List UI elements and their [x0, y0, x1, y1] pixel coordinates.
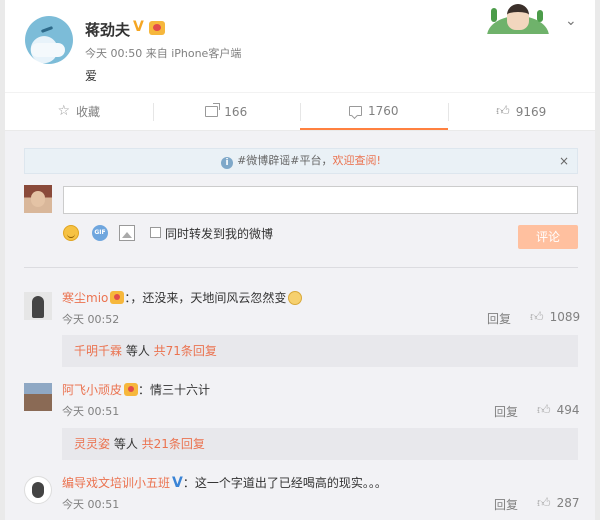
gif-icon[interactable]: GIF	[92, 225, 108, 241]
emoji-icon[interactable]	[63, 225, 79, 241]
vip-badge-icon	[124, 383, 139, 396]
sub-reply-mid: 等人	[122, 344, 154, 358]
reply-button[interactable]: 回复	[494, 403, 518, 420]
comment-like-count: 287	[556, 496, 580, 510]
reply-button[interactable]: 回复	[494, 496, 518, 513]
weibo-post-card: 蒋劲夫 V 今天 00:50 来自 iPhone客户端 爱 ⌄ ☆ 收藏 166…	[5, 0, 595, 130]
vip-badge-icon	[149, 21, 165, 35]
close-icon[interactable]: ×	[559, 149, 569, 173]
sub-reply-count[interactable]: 共71条回复	[154, 344, 217, 358]
sub-reply-mid: 等人	[110, 437, 142, 451]
author-name[interactable]: 蒋劲夫	[85, 19, 130, 40]
comment-row: 编导戏文培训小五班 V：这一个字道出了已经喝高的现实。。。	[62, 474, 387, 491]
comment-time: 今天 00:52	[62, 313, 120, 326]
submit-comment-button[interactable]: 评论	[518, 225, 578, 249]
comment-text: ：这一个字道出了已经喝高的现实。。。	[182, 476, 387, 490]
my-avatar	[24, 185, 52, 213]
favorite-button[interactable]: ☆ 收藏	[5, 93, 153, 130]
notice-text: #微博辟谣#平台，	[237, 154, 333, 167]
favorite-label: 收藏	[76, 105, 101, 119]
post-header: 蒋劲夫 V 今天 00:50 来自 iPhone客户端 爱 ⌄	[5, 0, 595, 92]
comment-like-count: 494	[556, 403, 580, 417]
sub-reply-summary[interactable]: 灵灵姿 等人 共21条回复	[62, 428, 578, 460]
sub-reply-count[interactable]: 共21条回复	[142, 437, 205, 451]
commenter-name[interactable]: 寒尘mio	[62, 291, 108, 305]
post-meta: 今天 00:50 来自 iPhone客户端	[85, 47, 242, 60]
comment-like-button[interactable]: 👍︎ 287	[537, 496, 580, 510]
info-icon: i	[221, 157, 234, 169]
thumbs-up-icon: 👍︎	[537, 403, 551, 418]
post-action-bar: ☆ 收藏 166 1760 👍︎ 9169	[5, 92, 595, 130]
comment-like-button[interactable]: 👍︎ 494	[537, 403, 580, 417]
comment-button[interactable]: 1760	[300, 93, 448, 130]
comment-text: ：情三十六计	[138, 383, 211, 397]
comment-row: 阿飞小顽皮 ：情三十六计	[62, 381, 210, 398]
forward-to-my-weibo-checkbox[interactable]	[150, 227, 161, 238]
notice-link[interactable]: 欢迎查阅!	[333, 154, 381, 167]
thumbs-up-icon: 👍︎	[537, 496, 551, 511]
divider	[24, 267, 578, 268]
comment-time: 今天 00:51	[62, 498, 120, 511]
rumor-notice-banner: i #微博辟谣#平台，欢迎查阅! ×	[24, 148, 578, 174]
author-avatar[interactable]	[25, 16, 73, 64]
comment-like-count: 1089	[549, 310, 581, 324]
comment-like-button[interactable]: 👍︎ 1089	[530, 310, 580, 324]
comment-text: ：，还没来，天地间风云忽然变	[124, 291, 287, 305]
emoji-face-icon	[288, 291, 303, 305]
like-button[interactable]: 👍︎ 9169	[447, 93, 596, 130]
comment-time: 今天 00:51	[62, 405, 120, 418]
commenter-avatar[interactable]	[24, 476, 52, 504]
commenter-name[interactable]: 编导戏文培训小五班	[62, 476, 170, 490]
comment-input[interactable]	[63, 186, 578, 214]
forward-button[interactable]: 166	[152, 93, 301, 130]
card-decoration-illustration	[487, 0, 549, 34]
image-icon[interactable]	[119, 225, 135, 241]
forward-icon	[205, 103, 221, 117]
forward-count: 166	[224, 104, 248, 119]
sub-reply-user[interactable]: 灵灵姿	[74, 437, 110, 451]
chevron-down-icon[interactable]: ⌄	[565, 14, 579, 28]
post-text: 爱	[85, 69, 98, 83]
commenter-avatar[interactable]	[24, 292, 52, 320]
comment-row: 寒尘mio ：，还没来，天地间风云忽然变	[62, 289, 303, 306]
reply-button[interactable]: 回复	[487, 310, 511, 327]
sub-reply-user[interactable]: 千明千霖	[74, 344, 122, 358]
vip-badge-icon	[110, 291, 125, 304]
cloud-icon	[31, 43, 65, 57]
bird-icon	[40, 26, 54, 33]
thumbs-up-icon: 👍︎	[496, 104, 510, 119]
verified-badge-icon: V	[133, 19, 144, 35]
like-count: 9169	[515, 104, 547, 119]
comment-icon	[348, 105, 362, 116]
comment-count: 1760	[367, 103, 399, 118]
star-icon: ☆	[57, 103, 71, 119]
thumbs-up-icon: 👍︎	[530, 310, 544, 325]
sub-reply-summary[interactable]: 千明千霖 等人 共71条回复	[62, 335, 578, 367]
verified-badge-icon: V	[172, 475, 183, 491]
commenter-name[interactable]: 阿飞小顽皮	[62, 383, 122, 397]
commenter-avatar[interactable]	[24, 383, 52, 411]
forward-to-my-weibo-label[interactable]: 同时转发到我的微博	[165, 225, 273, 242]
